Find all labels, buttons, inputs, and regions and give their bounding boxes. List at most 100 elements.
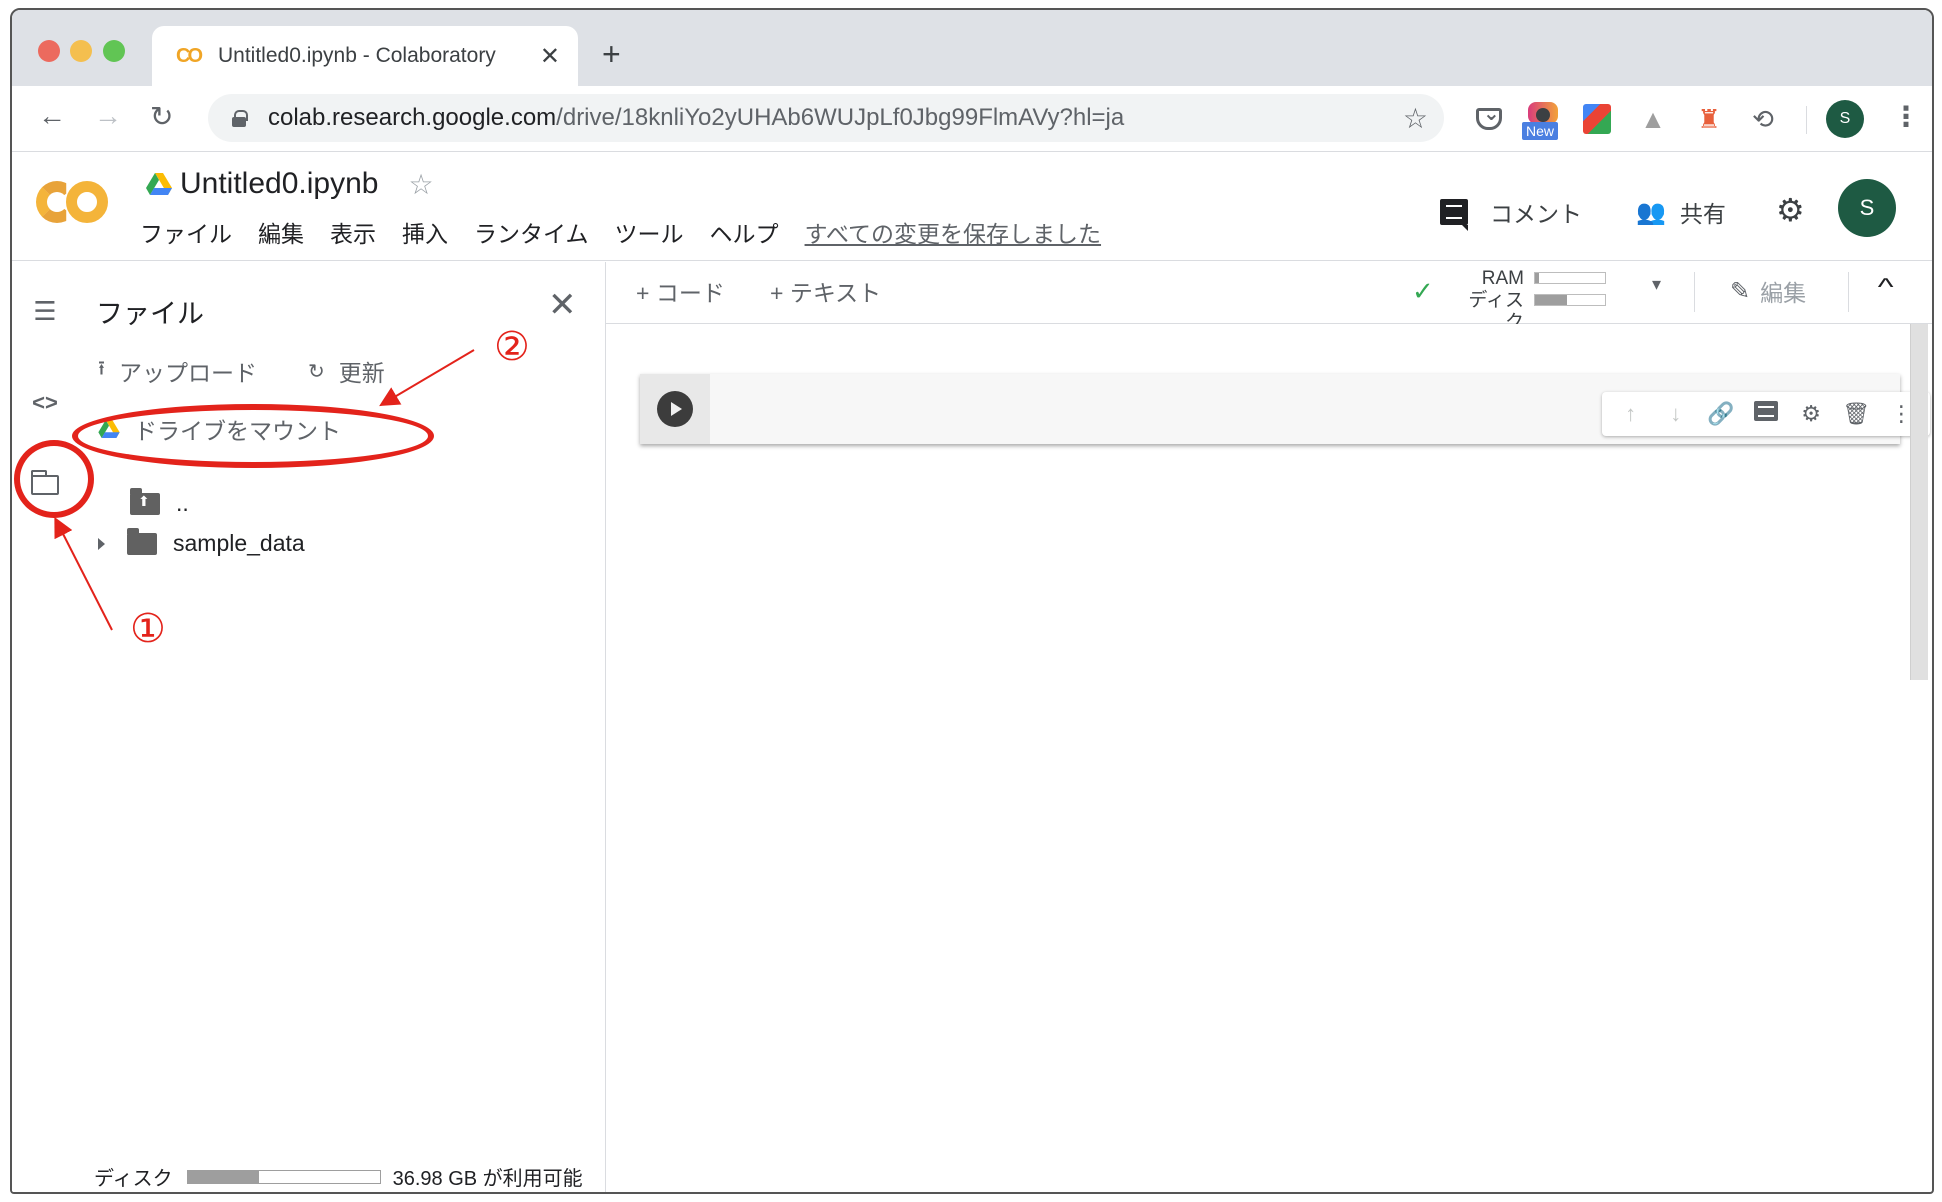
google-drive-icon [146, 173, 172, 195]
new-badge: New [1522, 122, 1559, 140]
menu-insert[interactable]: 挿入 [402, 215, 448, 249]
address-bar[interactable]: colab.research.google.com/drive/18knliYo… [208, 94, 1444, 142]
vertical-scrollbar[interactable] [1910, 324, 1928, 680]
minimize-window-button[interactable] [70, 40, 92, 62]
browser-toolbar: ← → ↻ colab.research.google.com/drive/18… [12, 86, 1932, 152]
google-drive-icon [98, 420, 120, 438]
reload-icon[interactable]: ↻ [150, 100, 173, 133]
disk-label: ディスク [94, 1168, 173, 1190]
save-status-link[interactable]: すべての変更を保存しました [805, 215, 1101, 249]
notebook-area: ↑ ↓ 🔗 ⚙ 🗑 ⋮ [606, 324, 1930, 1192]
lock-icon [232, 110, 248, 127]
browser-tab-colab[interactable]: CO Untitled0.ipynb - Colaboratory ✕ [152, 26, 578, 86]
close-window-button[interactable] [38, 40, 60, 62]
colab-logo-icon[interactable] [36, 181, 110, 223]
lighthouse-extension-icon[interactable]: ♜ [1692, 102, 1726, 136]
code-snippets-icon[interactable]: <> [28, 386, 62, 420]
ram-usage-fill [1535, 273, 1539, 283]
refresh-label: 更新 [338, 360, 385, 386]
delete-cell-icon[interactable]: 🗑 [1838, 401, 1874, 427]
toolbar-divider [1806, 106, 1807, 134]
user-avatar[interactable]: S [1838, 179, 1896, 237]
upload-label: アップロード [119, 360, 257, 386]
move-cell-up-icon[interactable]: ↑ [1613, 401, 1649, 427]
mount-drive-button[interactable]: ドライブをマウント [98, 412, 341, 446]
parent-folder-icon [130, 487, 160, 515]
mount-drive-label: ドライブをマウント [134, 418, 341, 444]
settings-gear-icon[interactable]: ⚙ [1776, 191, 1805, 229]
share-label: 共有 [1679, 201, 1726, 227]
toolbar-divider [1848, 272, 1849, 312]
add-code-cell-button[interactable]: + コード [636, 274, 725, 308]
pencil-icon: ✎ [1730, 277, 1751, 305]
panel-title: ファイル [96, 299, 204, 329]
new-tab-button[interactable]: + [602, 38, 621, 70]
table-of-contents-icon[interactable]: ☰ [28, 294, 62, 328]
runtime-dropdown-icon[interactable]: ▾ [1652, 274, 1661, 295]
disk-usage-fill [1535, 295, 1567, 305]
browser-window: CO Untitled0.ipynb - Colaboratory ✕ + ← … [10, 8, 1934, 1194]
toolbar-divider [1694, 272, 1695, 312]
disk-usage-bar [186, 1169, 381, 1184]
files-sidebar: ☰ <> ファイル ✕ ⭱ アップロード ↻ 更新 ドライブをマウント .. s… [12, 262, 606, 1192]
close-panel-icon[interactable]: ✕ [548, 288, 577, 322]
file-tree-item-parent[interactable]: .. [130, 487, 189, 517]
refresh-button[interactable]: ↻ 更新 [308, 354, 385, 388]
google-extension-icon[interactable] [1580, 102, 1614, 136]
file-tree-label: sample_data [173, 530, 305, 556]
file-tree-label: .. [176, 490, 189, 516]
run-cell-button[interactable] [657, 391, 693, 427]
file-tree-item-sample-data[interactable]: sample_data [98, 527, 305, 557]
drive-extension-icon[interactable]: ▲ [1636, 102, 1670, 136]
link-icon[interactable]: 🔗 [1703, 401, 1739, 427]
menu-runtime[interactable]: ランタイム [474, 215, 589, 249]
forward-arrow-icon[interactable]: → [94, 100, 122, 132]
cell-gutter [640, 374, 710, 444]
pocket-extension-icon[interactable] [1472, 101, 1506, 136]
upload-button[interactable]: ⭱ アップロード [98, 354, 257, 388]
disk-usage-bar [1534, 294, 1606, 306]
edit-label: 編集 [1760, 280, 1807, 306]
comment-icon [1440, 199, 1468, 231]
bookmark-star-icon[interactable]: ☆ [1403, 102, 1428, 135]
chrome-menu-icon[interactable]: ⋮ [1892, 100, 1920, 133]
add-text-cell-button[interactable]: + テキスト [770, 274, 881, 308]
comment-label: コメント [1490, 201, 1582, 227]
notebook-title[interactable]: Untitled0.ipynb [180, 167, 378, 201]
history-extension-icon[interactable]: ⟲ [1746, 102, 1780, 136]
files-folder-icon[interactable] [28, 468, 62, 502]
camera-extension-icon[interactable]: New [1522, 102, 1560, 140]
refresh-icon: ↻ [308, 360, 325, 383]
tab-close-icon[interactable]: ✕ [540, 42, 560, 71]
people-icon: 👥 [1636, 198, 1666, 226]
edit-mode-button[interactable]: ✎ 編集 [1730, 274, 1806, 308]
star-icon[interactable]: ☆ [408, 168, 433, 201]
move-cell-down-icon[interactable]: ↓ [1658, 401, 1694, 427]
disk-usage-fill [187, 1170, 259, 1183]
resource-bars[interactable] [1534, 272, 1606, 316]
tab-title: Untitled0.ipynb - Colaboratory [218, 44, 496, 67]
comment-button[interactable]: コメント [1440, 195, 1582, 231]
share-button[interactable]: 👥 共有 [1636, 195, 1726, 229]
menu-edit[interactable]: 編集 [258, 215, 304, 249]
ram-label: RAM [1481, 268, 1524, 289]
expand-caret-icon[interactable] [98, 537, 105, 550]
url-path: /drive/18knliYo2yUHAb6WUJpLf0Jbg99FlmAVy… [556, 104, 1125, 131]
colab-favicon-icon: CO [176, 44, 203, 67]
folder-icon [127, 527, 157, 555]
disk-usage-footer: ディスク 36.98 GB が利用可能 [94, 1162, 583, 1191]
connected-check-icon: ✓ [1412, 276, 1434, 306]
maximize-window-button[interactable] [103, 40, 125, 62]
cell-settings-gear-icon[interactable]: ⚙ [1793, 401, 1829, 427]
code-cell[interactable]: ↑ ↓ 🔗 ⚙ 🗑 ⋮ [640, 374, 1930, 444]
collapse-header-icon[interactable]: ^ [1878, 274, 1894, 302]
back-arrow-icon[interactable]: ← [38, 100, 66, 132]
comment-icon[interactable] [1748, 401, 1784, 427]
chrome-profile-avatar[interactable]: S [1826, 100, 1864, 138]
notebook-toolbar: + コード + テキスト ✓ RAM ディスク ▾ ✎ 編集 ^ [606, 262, 1932, 333]
disk-available: 36.98 GB が利用可能 [392, 1168, 583, 1190]
menu-file[interactable]: ファイル [140, 215, 232, 249]
menu-view[interactable]: 表示 [330, 215, 376, 249]
menu-help[interactable]: ヘルプ [710, 215, 779, 249]
menu-tools[interactable]: ツール [615, 215, 684, 249]
